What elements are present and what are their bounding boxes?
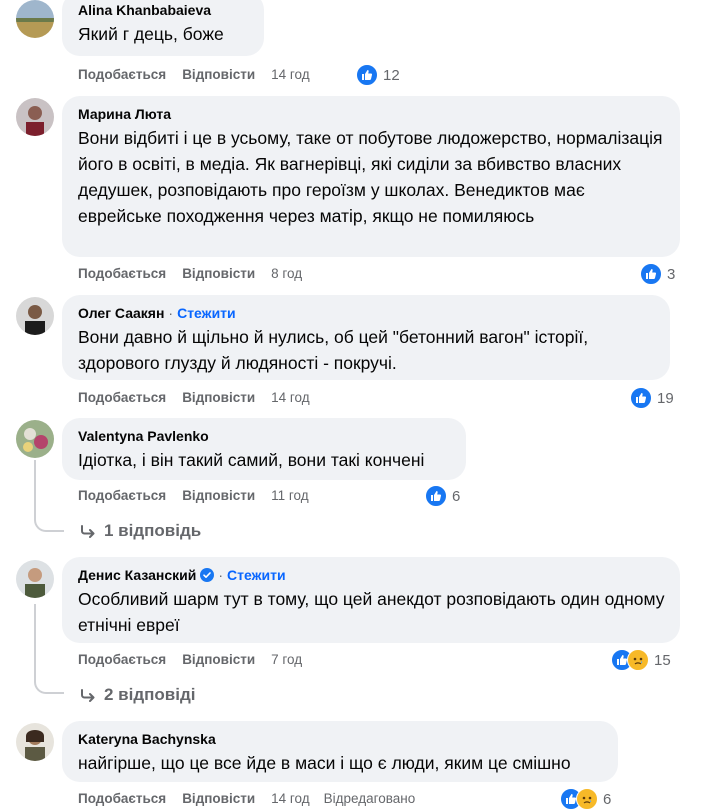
author-name[interactable]: Kateryna Bachynska	[78, 731, 216, 747]
reaction-count: 19	[657, 389, 674, 407]
reply-arrow-icon	[81, 525, 95, 538]
like-icon	[640, 263, 662, 285]
reaction-count: 15	[654, 651, 671, 669]
timestamp[interactable]: 11 год	[271, 488, 308, 503]
reaction-summary[interactable]: 3	[640, 263, 675, 285]
reply-button[interactable]: Відповісти	[182, 488, 255, 503]
view-replies-button[interactable]: 2 відповіді	[80, 685, 195, 705]
reply-button[interactable]: Відповісти	[182, 652, 255, 667]
reaction-count: 6	[452, 487, 461, 505]
like-icon	[630, 387, 652, 409]
comment-bubble: Kateryna Bachynska найгірше, що це все й…	[62, 721, 618, 782]
reaction-summary[interactable]: 15	[611, 649, 671, 671]
comment-text: Ідіотка, і він такий самий, вони такі ко…	[78, 450, 425, 470]
comment-actions: Подобається Відповісти 14 год Відредаговано	[78, 791, 429, 806]
avatar[interactable]	[16, 723, 54, 761]
comment-text: Вони відбиті і це в усьому, таке от побу…	[78, 128, 663, 226]
like-button[interactable]: Подобається	[78, 390, 166, 405]
like-button[interactable]: Подобається	[78, 488, 166, 503]
like-button[interactable]: Подобається	[78, 791, 166, 806]
comment-actions: Подобається Відповісти 8 год	[78, 266, 316, 281]
reaction-summary[interactable]: 12	[356, 64, 400, 86]
timestamp[interactable]: 7 год	[271, 652, 302, 667]
like-button[interactable]: Подобається	[78, 67, 166, 82]
reply-button[interactable]: Відповісти	[182, 266, 255, 281]
avatar[interactable]	[16, 0, 54, 38]
like-button[interactable]: Подобається	[78, 266, 166, 281]
reply-button[interactable]: Відповісти	[182, 791, 255, 806]
comment-actions: Подобається Відповісти 14 год	[78, 390, 324, 405]
like-icon	[425, 485, 447, 507]
comment-text: Особливий шарм тут в тому, що цей анекдо…	[78, 589, 665, 635]
reaction-count: 12	[383, 66, 400, 84]
thread-line	[34, 460, 64, 532]
avatar[interactable]	[16, 560, 54, 598]
reaction-summary[interactable]: 19	[630, 387, 674, 409]
comment-actions: Подобається Відповісти 14 год	[78, 67, 324, 82]
author-name[interactable]: Олег Саакян	[78, 305, 164, 321]
reply-button[interactable]: Відповісти	[182, 67, 255, 82]
comment-text: найгірше, що це все йде в маси і що є лю…	[78, 753, 571, 773]
reaction-summary[interactable]: 6	[560, 788, 611, 810]
follow-button[interactable]: Стежити	[177, 305, 236, 321]
comment-text: Вони давно й щільно й нулись, об цей "бе…	[78, 327, 589, 373]
edited-label[interactable]: Відредаговано	[324, 791, 416, 806]
sad-emoji-icon	[576, 788, 598, 810]
comment-actions: Подобається Відповісти 11 год	[78, 488, 323, 503]
comment-bubble: Олег Саакян · Стежити Вони давно й щільно …	[62, 295, 670, 380]
avatar[interactable]	[16, 297, 54, 335]
timestamp[interactable]: 14 год	[271, 791, 309, 806]
timestamp[interactable]: 14 год	[271, 390, 309, 405]
reply-arrow-icon	[81, 689, 95, 702]
comment-text: Який г дець, боже	[78, 24, 224, 44]
replies-count: 1 відповідь	[104, 521, 202, 540]
author-name[interactable]: Valentyna Pavlenko	[78, 428, 209, 444]
comment-bubble: Марина Люта Вони відбиті і це в усьому, …	[62, 96, 680, 257]
reply-button[interactable]: Відповісти	[182, 390, 255, 405]
like-button[interactable]: Подобається	[78, 652, 166, 667]
comment-bubble: Valentyna Pavlenko Ідіотка, і він такий …	[62, 418, 466, 480]
comment-actions: Подобається Відповісти 7 год	[78, 652, 316, 667]
avatar[interactable]	[16, 420, 54, 458]
author-name[interactable]: Денис Казанский	[78, 567, 196, 583]
reaction-summary[interactable]: 6	[425, 485, 460, 507]
timestamp[interactable]: 14 год	[271, 67, 309, 82]
view-replies-button[interactable]: 1 відповідь	[80, 521, 201, 541]
like-icon	[356, 64, 378, 86]
avatar[interactable]	[16, 98, 54, 136]
reaction-count: 3	[667, 265, 676, 283]
author-name[interactable]: Марина Люта	[78, 106, 171, 122]
comment-bubble: Alina Khanbabaieva Який г дець, боже	[62, 0, 264, 56]
replies-count: 2 відповіді	[104, 685, 196, 704]
verified-badge-icon	[200, 568, 215, 582]
author-name[interactable]: Alina Khanbabaieva	[78, 2, 211, 18]
follow-button[interactable]: Стежити	[227, 567, 286, 583]
sad-emoji-icon	[627, 649, 649, 671]
timestamp[interactable]: 8 год	[271, 266, 302, 281]
thread-line	[34, 604, 64, 694]
comment-bubble: Денис Казанский · Стежити Особливий шарм т…	[62, 557, 680, 643]
